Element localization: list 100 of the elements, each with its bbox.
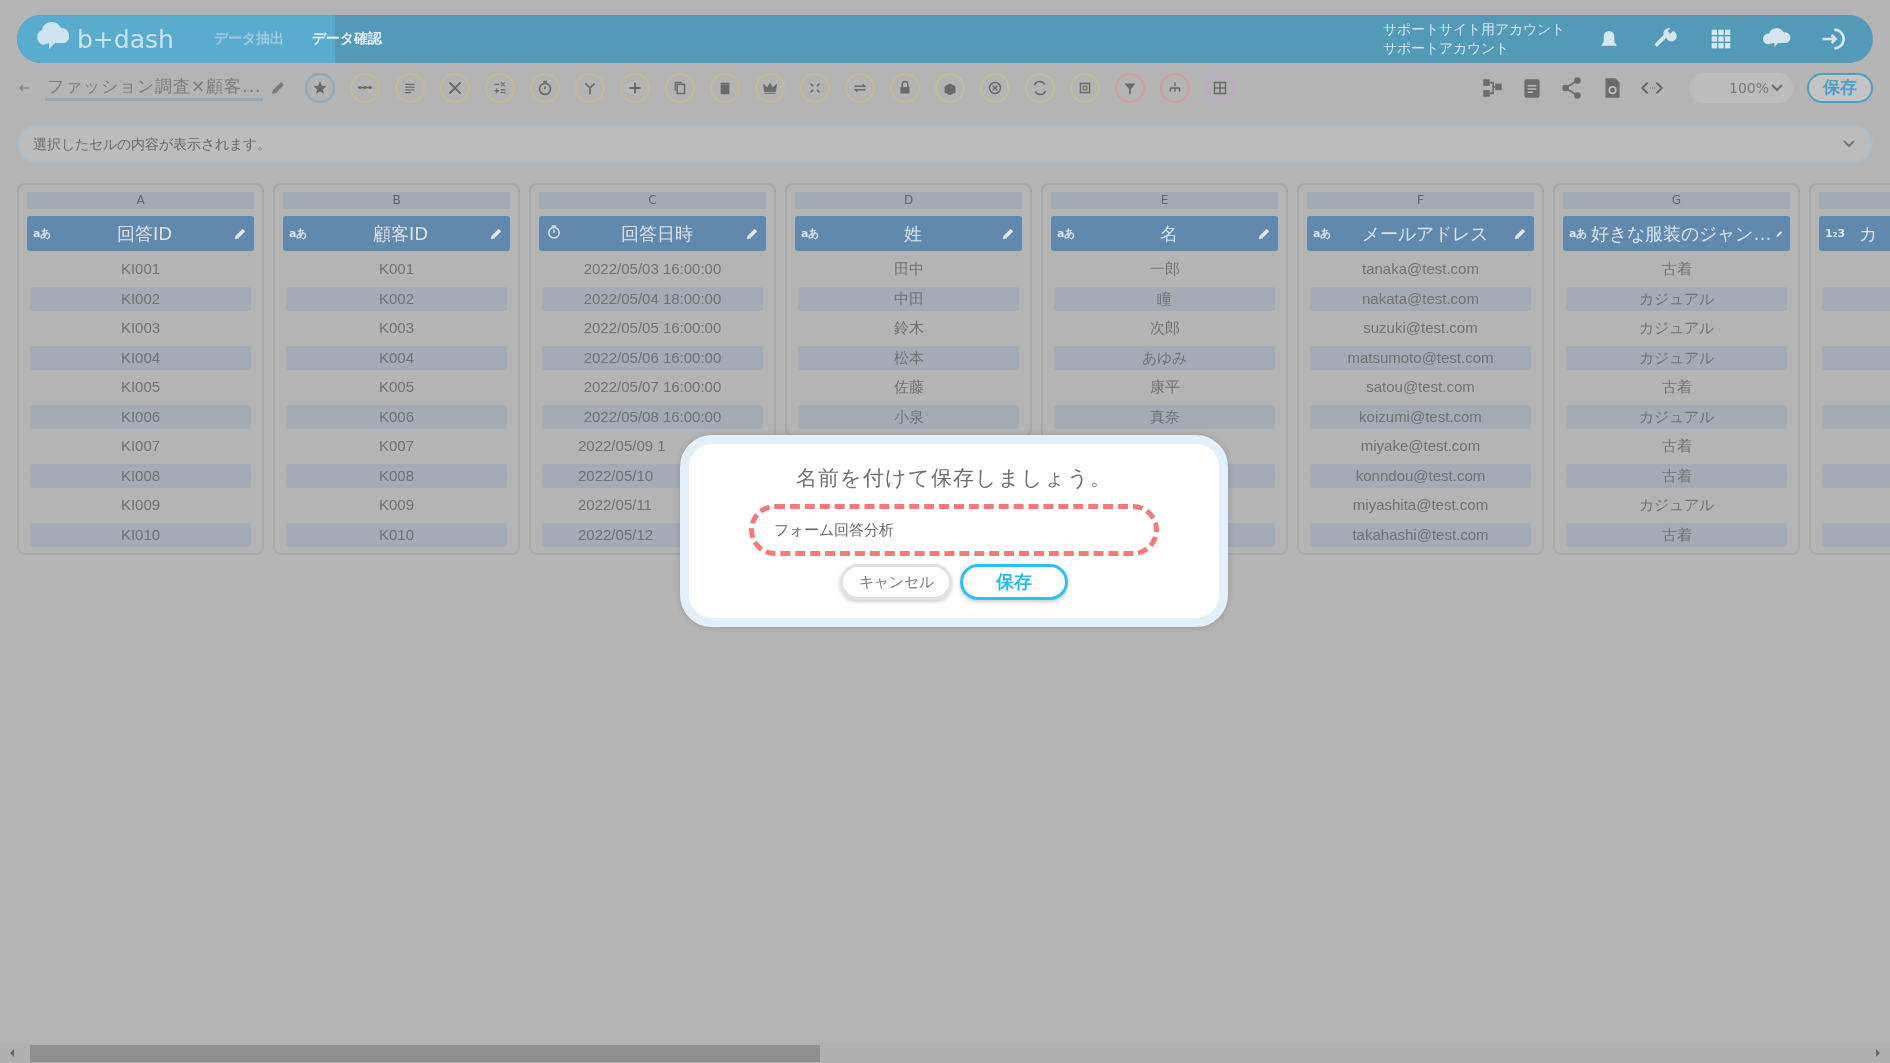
table-cell[interactable]: カジュアル: [1566, 316, 1787, 341]
table-cell[interactable]: 佐藤: [798, 375, 1019, 400]
save-button[interactable]: 保存: [960, 564, 1068, 600]
table-cell[interactable]: matsumoto@test.com: [1310, 345, 1531, 370]
table-cell[interactable]: K001: [286, 257, 507, 282]
table-cell[interactable]: K003: [286, 316, 507, 341]
dots-line-icon: [357, 85, 374, 90]
column-header[interactable]: aあ 名: [1051, 216, 1278, 251]
table-cell[interactable]: KI010: [30, 522, 251, 547]
table-cell[interactable]: 中田: [798, 286, 1019, 311]
tool-button[interactable]: [305, 72, 336, 103]
tool-button[interactable]: [845, 72, 876, 103]
table-cell[interactable]: 2022/05/04 18:00:00: [542, 286, 763, 311]
table-cell[interactable]: satou@test.com: [1310, 375, 1531, 400]
table-cell[interactable]: K002: [286, 286, 507, 311]
table-cell[interactable]: 鈴木: [798, 316, 1019, 341]
table-cell[interactable]: 田中: [798, 257, 1019, 282]
chevron-down-icon[interactable]: [1843, 140, 1855, 148]
table-cell[interactable]: 2022/05/05 16:00:00: [542, 316, 763, 341]
tool-button[interactable]: [890, 72, 921, 103]
tool-button[interactable]: [1070, 72, 1101, 103]
tool-button[interactable]: [980, 72, 1011, 103]
table-cell[interactable]: 古着: [1566, 257, 1787, 282]
tool-button[interactable]: [350, 72, 381, 103]
scroll-right-icon[interactable]: [1874, 1048, 1882, 1058]
table-cell[interactable]: あゆみ: [1054, 345, 1275, 370]
table-cell[interactable]: 真奈: [1054, 404, 1275, 429]
table-cell[interactable]: 古着: [1566, 522, 1787, 547]
table-cell[interactable]: 次郎: [1054, 316, 1275, 341]
table-cell[interactable]: 小泉: [798, 404, 1019, 429]
table-cell[interactable]: カジュアル: [1566, 286, 1787, 311]
tool-button[interactable]: [1205, 72, 1236, 103]
table-cell[interactable]: KI004: [30, 345, 251, 370]
scroll-left-icon[interactable]: [8, 1048, 16, 1058]
tool-button[interactable]: [1025, 72, 1056, 103]
table-cell[interactable]: K009: [286, 493, 507, 518]
table-cell[interactable]: 松本: [798, 345, 1019, 370]
table-cell[interactable]: KI002: [30, 286, 251, 311]
logo-cloud-icon: [35, 21, 71, 51]
name-field[interactable]: フォーム回答分析: [749, 504, 1159, 556]
table-cell[interactable]: カジュアル: [1566, 345, 1787, 370]
tool-button[interactable]: [530, 72, 561, 103]
column-letter: A: [27, 192, 254, 209]
table-cell[interactable]: K010: [286, 522, 507, 547]
scrollbar-thumb[interactable]: [30, 1044, 820, 1062]
tool-button[interactable]: [755, 72, 786, 103]
tool-button[interactable]: [1160, 72, 1191, 103]
table-cell[interactable]: nakata@test.com: [1310, 286, 1531, 311]
table-cell[interactable]: カジュアル: [1566, 493, 1787, 518]
table-cell[interactable]: 2022/05/08 16:00:00: [542, 404, 763, 429]
tool-button[interactable]: [485, 72, 516, 103]
table-cell[interactable]: konndou@test.com: [1310, 463, 1531, 488]
tool-button[interactable]: [1115, 72, 1146, 103]
table-cell[interactable]: K007: [286, 434, 507, 459]
table-cell[interactable]: K006: [286, 404, 507, 429]
table-cell[interactable]: KI008: [30, 463, 251, 488]
column-header[interactable]: aあ 姓: [795, 216, 1022, 251]
table-cell[interactable]: 2022/05/03 16:00:00: [542, 257, 763, 282]
save-button[interactable]: 保存: [1807, 72, 1873, 103]
tool-button[interactable]: [800, 72, 831, 103]
column-header[interactable]: aあ 好きな服装のジャン…: [1563, 216, 1790, 251]
tool-button[interactable]: [665, 72, 696, 103]
table-cell[interactable]: 康平: [1054, 375, 1275, 400]
tool-button[interactable]: [575, 72, 606, 103]
table-cell[interactable]: 古着: [1566, 375, 1787, 400]
tool-button[interactable]: [440, 72, 471, 103]
tool-button[interactable]: [935, 72, 966, 103]
table-cell[interactable]: miyashita@test.com: [1310, 493, 1531, 518]
table-cell[interactable]: KI006: [30, 404, 251, 429]
table-cell[interactable]: KI003: [30, 316, 251, 341]
table-cell[interactable]: 古着: [1566, 463, 1787, 488]
table-cell[interactable]: suzuki@test.com: [1310, 316, 1531, 341]
tool-button[interactable]: [395, 72, 426, 103]
column-header[interactable]: 回答日時: [539, 216, 766, 251]
table-cell[interactable]: K008: [286, 463, 507, 488]
table-cell[interactable]: 2022/05/06 16:00:00: [542, 345, 763, 370]
table-cell[interactable]: 瞳: [1054, 286, 1275, 311]
table-cell[interactable]: KI007: [30, 434, 251, 459]
tool-button[interactable]: [620, 72, 651, 103]
table-cell[interactable]: KI005: [30, 375, 251, 400]
tool-button[interactable]: [710, 72, 741, 103]
table-cell[interactable]: tanaka@test.com: [1310, 257, 1531, 282]
column-header[interactable]: aあ 回答ID: [27, 216, 254, 251]
table-cell[interactable]: miyake@test.com: [1310, 434, 1531, 459]
table-cell[interactable]: takahashi@test.com: [1310, 522, 1531, 547]
column-header[interactable]: 1₂3 カ: [1819, 216, 1890, 251]
cancel-button[interactable]: キャンセル: [840, 564, 952, 600]
table-cell[interactable]: 古着: [1566, 434, 1787, 459]
table-cell[interactable]: KI009: [30, 493, 251, 518]
table-cell[interactable]: koizumi@test.com: [1310, 404, 1531, 429]
nav-tab[interactable]: データ確認: [297, 30, 396, 48]
table-cell[interactable]: K004: [286, 345, 507, 370]
table-cell[interactable]: 2022/05/07 16:00:00: [542, 375, 763, 400]
table-cell[interactable]: K005: [286, 375, 507, 400]
cell-content-field[interactable]: 選択したセルの内容が表示されます。: [17, 125, 1873, 163]
table-cell[interactable]: KI001: [30, 257, 251, 282]
column-header[interactable]: aあ 顧客ID: [283, 216, 510, 251]
column-header[interactable]: aあ メールアドレス: [1307, 216, 1534, 251]
zoom-select[interactable]: 100%: [1689, 72, 1793, 103]
table-cell[interactable]: カジュアル: [1566, 404, 1787, 429]
